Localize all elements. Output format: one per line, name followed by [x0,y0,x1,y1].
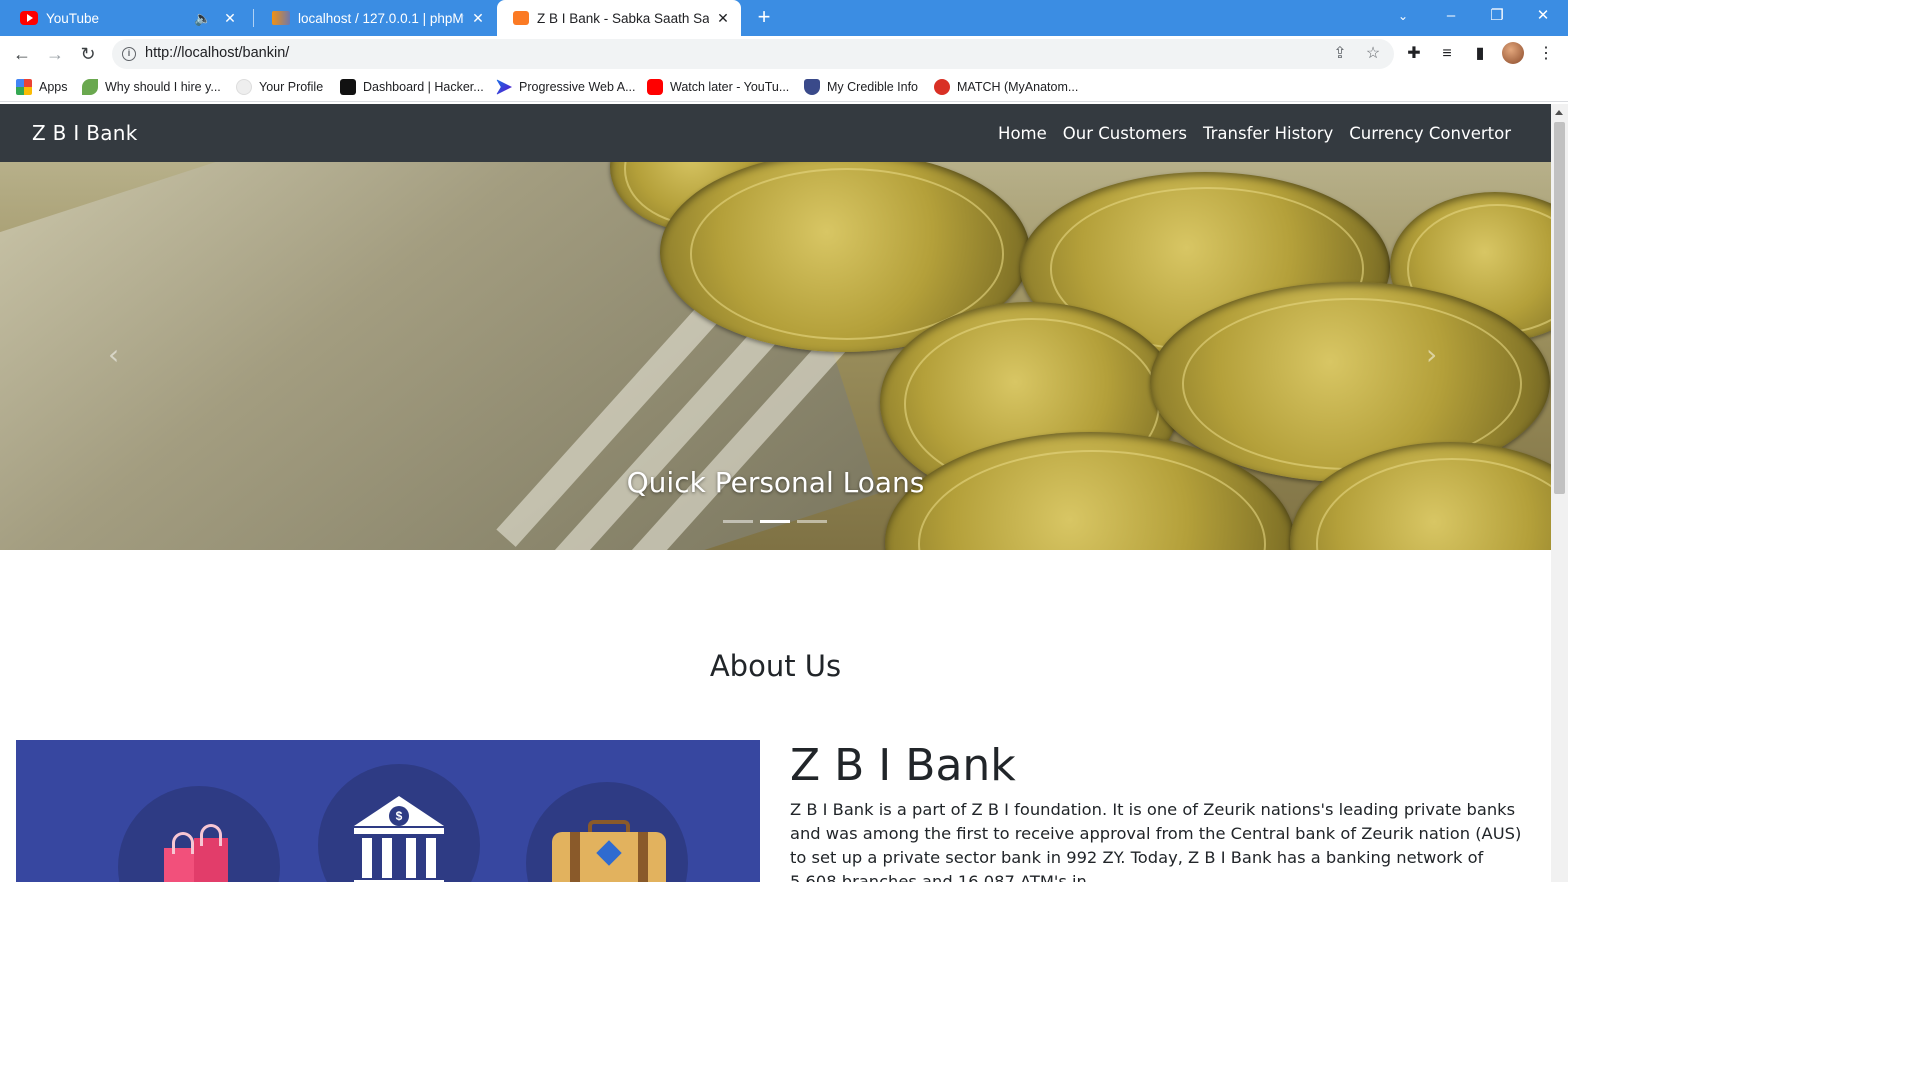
extensions-icon[interactable]: ✚ [1404,44,1424,64]
shopping-bag-icon [164,824,228,882]
carousel-indicator-active[interactable] [760,520,790,523]
forward-icon[interactable]: → [41,40,69,68]
carousel-caption: Quick Personal Loans [626,466,925,499]
carousel-prev-icon[interactable]: ‹ [108,338,119,371]
scrollbar-thumb[interactable] [1554,122,1565,494]
bank-building-icon: $ [354,796,444,882]
close-tab-icon[interactable]: ✕ [470,10,486,27]
phpmyadmin-icon [272,11,290,25]
shield-icon [804,79,820,95]
hackerrank-icon [340,79,356,95]
reload-icon[interactable]: ↻ [74,40,102,68]
tab-separator [253,9,254,27]
tab-label: localhost / 127.0.0.1 | phpMyAdm [298,10,464,26]
restore-button[interactable]: ❐ [1474,0,1520,32]
page-viewport: Z B I Bank Home Our Customers Transfer H… [0,104,1551,882]
tab-phpmyadmin[interactable]: localhost / 127.0.0.1 | phpMyAdm ✕ [256,0,496,36]
tab-label: Z B I Bank - Sabka Saath Sabka V [537,10,709,26]
site-navbar: Z B I Bank Home Our Customers Transfer H… [0,104,1551,162]
bookmark-label: Progressive Web A... [519,80,636,94]
bookmark-label: My Credible Info [827,80,919,94]
github-icon [236,79,252,95]
close-tab-icon[interactable]: ✕ [222,10,238,27]
xampp-icon [513,11,529,25]
tab-label: YouTube [46,10,100,26]
match-icon [934,79,950,95]
bookmark-star-icon[interactable]: ☆ [1363,44,1383,64]
media-queue-icon[interactable]: ≡ [1437,44,1457,64]
tab-strip: YouTube 🔈 ✕ localhost / 127.0.0.1 | phpM… [0,0,1568,36]
bookmark-item[interactable]: Watch later - YouTu... [647,78,789,96]
bookmark-item[interactable]: Dashboard | Hacker... [340,78,484,96]
nav-transfer-history[interactable]: Transfer History [1203,124,1333,143]
bookmark-item[interactable]: Progressive Web A... [496,78,636,96]
menu-icon[interactable]: ⋮ [1536,44,1556,64]
mute-icon[interactable]: 🔈 [194,10,211,27]
bookmark-item[interactable]: Why should I hire y... [82,78,221,96]
close-window-button[interactable]: ✕ [1520,0,1566,32]
bookmarks-bar: Apps Why should I hire y... Your Profile… [0,72,1568,102]
bookmark-label: Dashboard | Hacker... [363,80,484,94]
scroll-up-icon[interactable] [1555,110,1563,115]
side-panel-icon[interactable]: ▮ [1470,44,1490,64]
bookmark-apps[interactable]: Apps [16,78,68,96]
services-illustration: $ [16,740,760,882]
pwa-icon [496,79,512,95]
share-icon[interactable]: ⇪ [1330,44,1350,64]
hero-carousel: ‹ › Quick Personal Loans [0,162,1551,550]
bookmark-item[interactable]: My Credible Info [804,78,918,96]
about-section-title: About Us [709,649,842,683]
back-icon[interactable]: ← [8,40,36,68]
bookmark-label: MATCH (MyAnatom... [957,80,1079,94]
nav-links: Home Our Customers Transfer History Curr… [998,124,1511,143]
tab-youtube[interactable]: YouTube 🔈 ✕ [4,0,248,36]
bookmark-item[interactable]: MATCH (MyAnatom... [934,78,1078,96]
nav-our-customers[interactable]: Our Customers [1063,124,1187,143]
youtube-icon [20,11,38,25]
suitcase-icon [552,820,666,882]
new-tab-button[interactable]: + [752,4,776,30]
about-heading: Z B I Bank [790,740,1016,791]
browser-toolbar: ← → ↻ i http://localhost/bankin/ ⇪ ☆ ✚ ≡… [0,36,1568,72]
site-info-icon[interactable]: i [122,47,136,61]
bookmark-label: Why should I hire y... [105,80,221,94]
address-bar[interactable]: i http://localhost/bankin/ ⇪ ☆ [112,39,1394,69]
tab-search-icon[interactable]: ⌄ [1380,0,1426,32]
apps-grid-icon [16,79,32,95]
address-url[interactable]: http://localhost/bankin/ [145,45,289,61]
minimize-button[interactable]: – [1428,0,1474,32]
nav-home[interactable]: Home [998,124,1047,143]
carousel-indicator[interactable] [723,520,753,523]
nav-currency-convertor[interactable]: Currency Convertor [1349,124,1511,143]
site-brand[interactable]: Z B I Bank [32,121,138,145]
bookmark-icon [82,79,98,95]
carousel-indicators [723,520,827,523]
close-tab-icon[interactable]: ✕ [715,10,731,27]
page-scrollbar[interactable] [1551,104,1568,882]
tab-zbi-bank[interactable]: Z B I Bank - Sabka Saath Sabka V ✕ [497,0,741,36]
carousel-indicator[interactable] [797,520,827,523]
bookmark-item[interactable]: Your Profile [236,78,323,96]
carousel-next-icon[interactable]: › [1426,338,1437,371]
about-paragraph: Z B I Bank is a part of Z B I foundation… [790,800,1522,882]
bookmark-label: Your Profile [259,80,324,94]
profile-avatar[interactable] [1502,42,1524,64]
youtube-icon [647,79,663,95]
bookmark-label: Apps [39,80,68,94]
bookmark-label: Watch later - YouTu... [670,80,790,94]
